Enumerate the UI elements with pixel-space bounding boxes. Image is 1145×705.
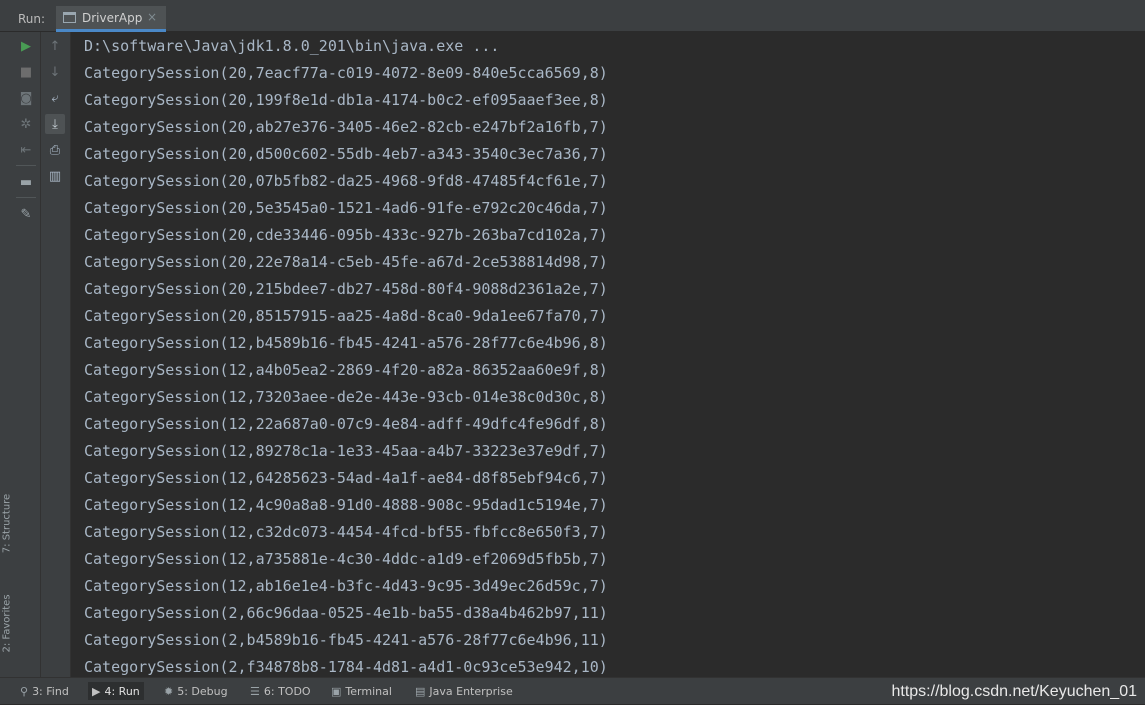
left-tool-stripe: 7: Structure 2: Favorites (0, 32, 14, 677)
console-line: CategorySession(12,ab16e1e4-b3fc-4d43-9c… (84, 577, 608, 595)
stop-icon[interactable]: ■ (16, 62, 36, 82)
console-line: CategorySession(12,a4b05ea2-2869-4f20-a8… (84, 361, 608, 379)
console-line: CategorySession(12,73203aee-de2e-443e-93… (84, 388, 608, 406)
favorites-tool-button[interactable]: 2: Favorites (2, 589, 13, 659)
console-line: CategorySession(20,07b5fb82-da25-4968-9f… (84, 172, 608, 190)
console-scrollbar[interactable] (1137, 32, 1145, 677)
console-line: CategorySession(20,215bdee7-db27-458d-80… (84, 280, 608, 298)
camera-icon[interactable]: ◙ (16, 88, 36, 108)
console-line: CategorySession(20,d500c602-55db-4eb7-a3… (84, 145, 608, 163)
todo-tool-label: 6: TODO (263, 684, 311, 698)
terminal-tool-button[interactable]: ▣ Terminal (327, 682, 396, 700)
debug-tool-label: 5: Debug (177, 684, 228, 698)
print-icon[interactable]: ⎙ (45, 140, 65, 160)
console-line: CategorySession(20,199f8e1d-db1a-4174-b0… (84, 91, 608, 109)
bottom-tool-bar: ⚲ 3: Find ▶ 4: Run ✹ 5: Debug ☰ 6: TODO … (0, 677, 1145, 704)
console-line: CategorySession(20,5e3545a0-1521-4ad6-91… (84, 199, 608, 217)
java-enterprise-tool-button[interactable]: ▤ Java Enterprise (411, 682, 517, 700)
pin-icon[interactable]: ✎ (16, 204, 36, 224)
tab-title: DriverApp (82, 11, 143, 25)
java-enterprise-tool-label: Java Enterprise (429, 684, 513, 698)
run-tool-label: 4: Run (104, 684, 140, 698)
scroll-to-end-icon[interactable]: ⤓ (45, 114, 65, 134)
run-tool-button[interactable]: ▶ 4: Run (88, 682, 144, 700)
settings-icon[interactable]: ✲ (16, 114, 36, 134)
run-label: Run: (18, 12, 46, 26)
bug-icon: ✹ (164, 684, 174, 698)
terminal-tool-label: Terminal (345, 684, 392, 698)
structure-tool-button[interactable]: 7: Structure (2, 489, 13, 559)
console-line: CategorySession(12,4c90a8a8-91d0-4888-90… (84, 496, 608, 514)
console-line: CategorySession(2,66c96daa-0525-4e1b-ba5… (84, 604, 608, 622)
layout-icon[interactable]: ▬ (16, 172, 36, 192)
console-line: CategorySession(20,7eacf77a-c019-4072-8e… (84, 64, 608, 82)
enterprise-icon: ▤ (415, 684, 426, 698)
toolbar-separator (16, 197, 36, 198)
find-tool-button[interactable]: ⚲ 3: Find (16, 682, 73, 700)
console-line: CategorySession(20,ab27e376-3405-46e2-82… (84, 118, 608, 136)
console-line: CategorySession(20,85157915-aa25-4a8d-8c… (84, 307, 608, 325)
find-tool-label: 3: Find (32, 684, 69, 698)
run-toolwindow-header: Run: DriverApp × (0, 6, 1145, 32)
console-line: CategorySession(12,64285623-54ad-4a1f-ae… (84, 469, 608, 487)
list-icon: ☰ (250, 684, 260, 698)
debug-tool-button[interactable]: ✹ 5: Debug (160, 682, 232, 700)
console-actions-toolbar: ↑ ↓ ⤶ ⤓ ⎙ ▥ (41, 32, 71, 677)
console-line: CategorySession(20,cde33446-095b-433c-92… (84, 226, 608, 244)
todo-tool-button[interactable]: ☰ 6: TODO (246, 682, 315, 700)
soft-wrap-icon[interactable]: ⤶ (45, 88, 65, 108)
console-output[interactable]: D:\software\Java\jdk1.8.0_201\bin\java.e… (71, 32, 1145, 677)
console-command-line: D:\software\Java\jdk1.8.0_201\bin\java.e… (84, 37, 500, 55)
run-icon: ▶ (92, 684, 101, 698)
close-icon[interactable]: × (147, 10, 157, 24)
console-line: CategorySession(12,89278c1a-1e33-45aa-a4… (84, 442, 608, 460)
exit-icon[interactable]: ⇤ (16, 140, 36, 160)
down-arrow-icon[interactable]: ↓ (45, 62, 65, 82)
console-line: CategorySession(12,c32dc073-4454-4fcd-bf… (84, 523, 608, 541)
up-arrow-icon[interactable]: ↑ (45, 36, 65, 56)
toolbar-separator (16, 165, 36, 166)
console-line: CategorySession(12,a735881e-4c30-4ddc-a1… (84, 550, 608, 568)
search-icon: ⚲ (20, 684, 29, 698)
trash-icon[interactable]: ▥ (45, 166, 65, 186)
console-line: CategorySession(12,22a687a0-07c9-4e84-ad… (84, 415, 608, 433)
terminal-icon: ▣ (331, 684, 342, 698)
application-icon (63, 12, 76, 23)
run-icon[interactable]: ▶ (16, 36, 36, 56)
console-line: CategorySession(12,b4589b16-fb45-4241-a5… (84, 334, 608, 352)
tab-driverapp[interactable]: DriverApp × (56, 6, 166, 32)
console-line: CategorySession(20,22e78a14-c5eb-45fe-a6… (84, 253, 608, 271)
watermark-url: https://blog.csdn.net/Keyuchen_01 (891, 683, 1137, 700)
console-line: CategorySession(2,b4589b16-fb45-4241-a57… (84, 631, 608, 649)
run-actions-toolbar: ▶ ■ ◙ ✲ ⇤ ▬ ✎ (13, 32, 41, 677)
